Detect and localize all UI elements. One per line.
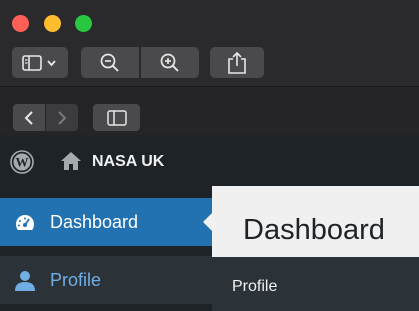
sidebar-item-profile[interactable]: Profile [0, 256, 212, 304]
sidebar-item-label: Dashboard [50, 211, 139, 232]
navigation-toolbar [0, 86, 419, 135]
zoom-out-icon [100, 53, 119, 72]
share-button[interactable] [210, 47, 264, 78]
submenu-item-profile[interactable]: Profile [232, 278, 277, 296]
window-titlebar [0, 0, 419, 86]
profile-flyout-submenu: Profile [212, 257, 419, 311]
user-icon [15, 271, 35, 291]
back-icon [24, 110, 33, 125]
zoom-window-button[interactable] [75, 15, 92, 32]
zoom-out-button[interactable] [81, 47, 139, 78]
sidebar-item-label: Profile [50, 269, 102, 290]
home-icon[interactable] [60, 151, 82, 171]
sidebar-toggle-icon [106, 109, 127, 126]
dashboard-icon [16, 215, 34, 230]
site-name-link[interactable]: NASA UK [92, 153, 164, 171]
chevron-down-icon [47, 59, 56, 66]
close-window-button[interactable] [12, 15, 29, 32]
sidebar-view-button[interactable] [12, 47, 68, 78]
back-button[interactable] [13, 104, 45, 131]
sidebar-icon [22, 54, 56, 71]
submenu-pointer [203, 275, 212, 293]
wordpress-logo-icon[interactable]: W [10, 150, 34, 174]
share-icon [228, 51, 246, 74]
page-title: Dashboard [243, 214, 385, 246]
zoom-in-button[interactable] [141, 47, 199, 78]
active-menu-pointer [203, 213, 212, 231]
sidebar-item-dashboard[interactable]: Dashboard [0, 198, 212, 246]
forward-icon [58, 110, 67, 125]
page-header: Dashboard [212, 186, 419, 257]
svg-text:W: W [16, 155, 29, 170]
sidebar-toggle-button[interactable] [93, 104, 140, 131]
zoom-in-icon [160, 53, 179, 72]
minimize-window-button[interactable] [44, 15, 61, 32]
admin-bar: W NASA UK [0, 136, 419, 186]
forward-button[interactable] [46, 104, 78, 131]
